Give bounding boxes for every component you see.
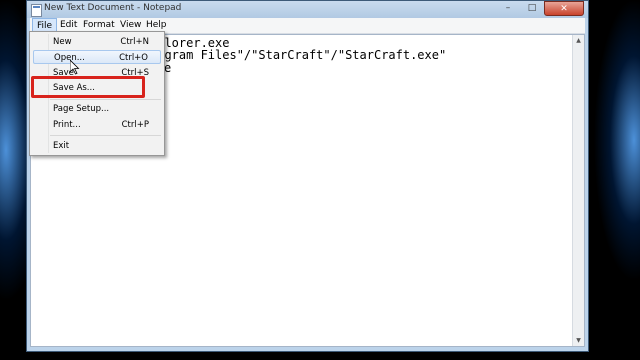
title-bar[interactable]: New Text Document - Notepad – □ ✕	[27, 1, 588, 18]
menu-separator	[50, 99, 161, 100]
editor-line-3: e	[164, 61, 172, 75]
menu-item-open[interactable]: Open... Ctrl+O	[33, 50, 161, 64]
menu-item-label: Page Setup...	[53, 104, 110, 114]
mouse-cursor-icon	[70, 60, 80, 75]
menu-item-print[interactable]: Print... Ctrl+P	[33, 118, 161, 132]
menu-item-exit[interactable]: Exit	[33, 139, 161, 153]
menu-item-shortcut: Ctrl+O	[119, 53, 148, 63]
menu-item-label: Exit	[53, 141, 70, 151]
minimize-button[interactable]: –	[496, 1, 520, 16]
menu-separator	[50, 135, 161, 136]
annotation-highlight-box	[31, 76, 145, 98]
scroll-up-icon[interactable]: ▲	[573, 35, 584, 46]
maximize-button[interactable]: □	[520, 1, 544, 16]
scroll-down-icon[interactable]: ▼	[573, 335, 584, 346]
window-title: New Text Document - Notepad	[44, 3, 182, 13]
menu-item-page-setup[interactable]: Page Setup...	[33, 102, 161, 116]
menu-item-label: Print...	[53, 120, 81, 130]
notepad-icon	[31, 4, 42, 17]
menu-item-shortcut: Ctrl+P	[121, 120, 149, 130]
menu-item-shortcut: Ctrl+N	[120, 37, 149, 47]
vertical-scrollbar[interactable]: ▲ ▼	[572, 35, 584, 346]
editor-line-2: rogram Files"/"StarCraft"/"StarCraft.exe…	[150, 48, 447, 62]
menu-item-label: New	[53, 37, 72, 47]
close-button[interactable]: ✕	[544, 1, 584, 16]
menu-item-new[interactable]: New Ctrl+N	[33, 35, 161, 49]
